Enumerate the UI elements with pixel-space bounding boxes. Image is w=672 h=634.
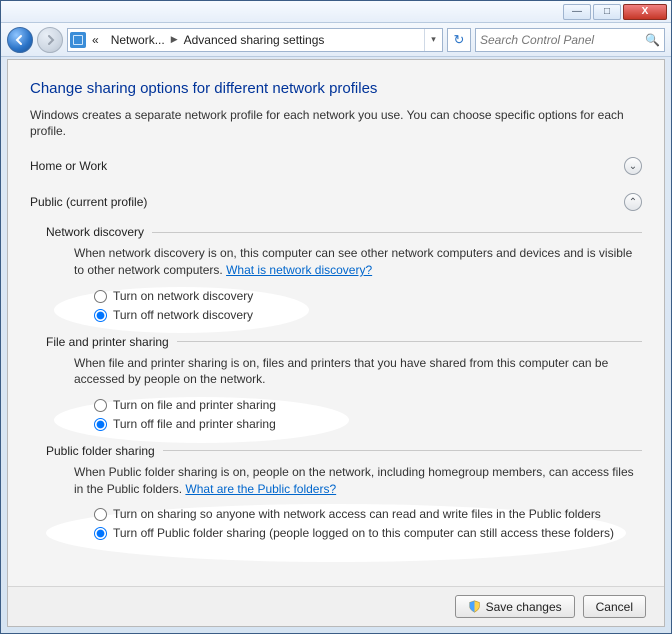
group-title: File and printer sharing bbox=[46, 335, 169, 349]
radio-group-public-folder-sharing: Turn on sharing so anyone with network a… bbox=[94, 505, 642, 543]
search-icon: 🔍 bbox=[645, 33, 660, 47]
group-title: Public folder sharing bbox=[46, 444, 155, 458]
group-header-file-printer-sharing: File and printer sharing bbox=[46, 335, 642, 349]
window: — □ X « Network... ▶ Advanced sharing se… bbox=[0, 0, 672, 634]
forward-button[interactable] bbox=[37, 27, 63, 53]
search-input[interactable]: Search Control Panel 🔍 bbox=[475, 28, 665, 52]
radio-fps-on[interactable]: Turn on file and printer sharing bbox=[94, 396, 642, 415]
address-dropdown[interactable]: ▾ bbox=[424, 29, 442, 51]
radio-group-file-printer-sharing: Turn on file and printer sharing Turn of… bbox=[94, 396, 642, 434]
radio-fps-off[interactable]: Turn off file and printer sharing bbox=[94, 415, 642, 434]
save-button[interactable]: Save changes bbox=[455, 595, 575, 618]
divider bbox=[177, 341, 642, 342]
profile-public-row[interactable]: Public (current profile) ⌃ bbox=[30, 189, 642, 215]
search-placeholder: Search Control Panel bbox=[480, 33, 594, 47]
group-header-network-discovery: Network discovery bbox=[46, 225, 642, 239]
content-pane: Change sharing options for different net… bbox=[7, 59, 665, 627]
group-body-network-discovery: When network discovery is on, this compu… bbox=[74, 245, 642, 324]
breadcrumb-advanced[interactable]: Advanced sharing settings bbox=[178, 33, 331, 47]
titlebar: — □ X bbox=[1, 1, 671, 23]
public-section: Network discovery When network discovery… bbox=[46, 225, 642, 543]
radio-group-network-discovery: Turn on network discovery Turn off netwo… bbox=[94, 287, 642, 325]
radio-pub-on[interactable]: Turn on sharing so anyone with network a… bbox=[94, 505, 642, 524]
radio-pub-off[interactable]: Turn off Public folder sharing (people l… bbox=[94, 524, 642, 543]
page-intro: Windows creates a separate network profi… bbox=[30, 107, 642, 139]
address-bar[interactable]: « Network... ▶ Advanced sharing settings… bbox=[67, 28, 443, 52]
cancel-button[interactable]: Cancel bbox=[583, 595, 646, 618]
radio-net-off[interactable]: Turn off network discovery bbox=[94, 306, 642, 325]
footer: Save changes Cancel bbox=[8, 586, 664, 626]
group-body-public-folder-sharing: When Public folder sharing is on, people… bbox=[74, 464, 642, 543]
save-label: Save changes bbox=[486, 600, 562, 614]
chevron-down-icon[interactable]: ⌄ bbox=[624, 157, 642, 175]
group-desc: When file and printer sharing is on, fil… bbox=[74, 356, 608, 387]
maximize-button[interactable]: □ bbox=[593, 4, 621, 20]
group-header-public-folder-sharing: Public folder sharing bbox=[46, 444, 642, 458]
network-icon bbox=[70, 32, 86, 48]
group-title: Network discovery bbox=[46, 225, 144, 239]
profile-public-label: Public (current profile) bbox=[30, 195, 147, 209]
radio-net-on[interactable]: Turn on network discovery bbox=[94, 287, 642, 306]
minimize-button[interactable]: — bbox=[563, 4, 591, 20]
link-what-are-public-folders[interactable]: What are the Public folders? bbox=[185, 482, 336, 496]
breadcrumb-network[interactable]: Network... bbox=[105, 33, 171, 47]
close-button[interactable]: X bbox=[623, 4, 667, 20]
page-title: Change sharing options for different net… bbox=[30, 80, 642, 97]
chevron-up-icon[interactable]: ⌃ bbox=[624, 193, 642, 211]
back-button[interactable] bbox=[7, 27, 33, 53]
chevron-right-icon: ▶ bbox=[171, 34, 178, 45]
profile-home-row[interactable]: Home or Work ⌄ bbox=[30, 153, 642, 179]
navbar: « Network... ▶ Advanced sharing settings… bbox=[1, 23, 671, 57]
shield-icon bbox=[468, 600, 481, 613]
cancel-label: Cancel bbox=[596, 600, 633, 614]
group-desc: When Public folder sharing is on, people… bbox=[74, 465, 634, 496]
divider bbox=[152, 232, 642, 233]
group-body-file-printer-sharing: When file and printer sharing is on, fil… bbox=[74, 355, 642, 434]
breadcrumb-prefix: « bbox=[86, 33, 105, 47]
profile-home-label: Home or Work bbox=[30, 159, 107, 173]
divider bbox=[163, 450, 642, 451]
link-what-is-network-discovery[interactable]: What is network discovery? bbox=[226, 263, 372, 277]
refresh-button[interactable]: ↻ bbox=[447, 28, 471, 52]
